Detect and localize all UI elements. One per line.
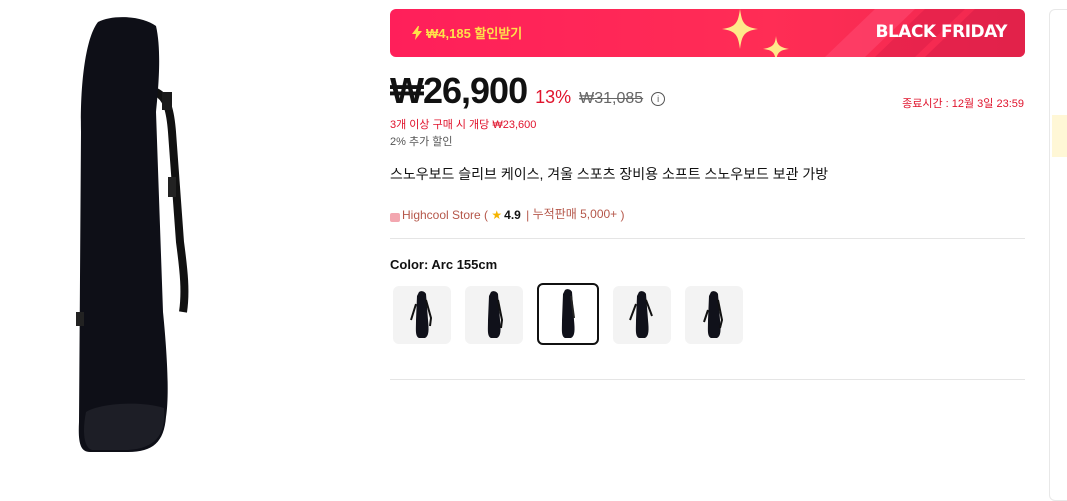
- store-name[interactable]: Highcool Store: [402, 208, 481, 222]
- color-swatch[interactable]: [465, 286, 523, 344]
- color-swatch-selected[interactable]: [537, 283, 599, 345]
- lightning-icon: [412, 25, 422, 40]
- color-swatch[interactable]: [393, 286, 451, 344]
- color-swatch[interactable]: [685, 286, 743, 344]
- product-title: 스노우보드 슬리브 케이스, 겨울 스포츠 장비용 소프트 스노우보드 보관 가…: [390, 166, 829, 182]
- store-sales: 누적판매 5,000+: [532, 207, 618, 221]
- color-option-label: Color: Arc 155cm: [390, 257, 498, 272]
- product-main-image[interactable]: [58, 12, 208, 457]
- current-price: ₩26,900: [390, 70, 528, 111]
- store-rating: 4.9: [504, 208, 521, 222]
- extra-discount-note: 2% 추가 할인: [390, 136, 453, 148]
- star-icon: ★: [491, 208, 503, 222]
- event-label: BLACK FRIDAY: [875, 22, 1008, 42]
- sparkle-icon: [722, 9, 758, 49]
- sparkle-icon: [763, 36, 789, 57]
- color-swatches: [393, 283, 743, 345]
- promo-banner[interactable]: ₩4,185 할인받기 BLACK FRIDAY: [390, 9, 1025, 57]
- info-icon[interactable]: i: [651, 92, 666, 106]
- sale-end-time: 종료시간 : 12월 3일 23:59: [902, 98, 1024, 110]
- color-swatch[interactable]: [613, 286, 671, 344]
- discount-percent: 13%: [535, 87, 572, 107]
- bulk-price-note: 3개 이상 구매 시 개당 ₩23,600: [390, 119, 537, 131]
- divider: [390, 238, 1025, 239]
- store-icon: [390, 213, 400, 222]
- price-row: ₩26,900 13% ₩31,085 i: [390, 70, 666, 112]
- divider: [390, 379, 1025, 380]
- side-panel-highlight: [1052, 115, 1067, 157]
- coupon-label[interactable]: ₩4,185 할인받기: [426, 23, 522, 42]
- side-panel: [1049, 9, 1067, 501]
- original-price: ₩31,085: [579, 90, 644, 107]
- store-info[interactable]: Highcool Store ( ★ 4.9 | 누적판매 5,000+ ): [390, 200, 690, 222]
